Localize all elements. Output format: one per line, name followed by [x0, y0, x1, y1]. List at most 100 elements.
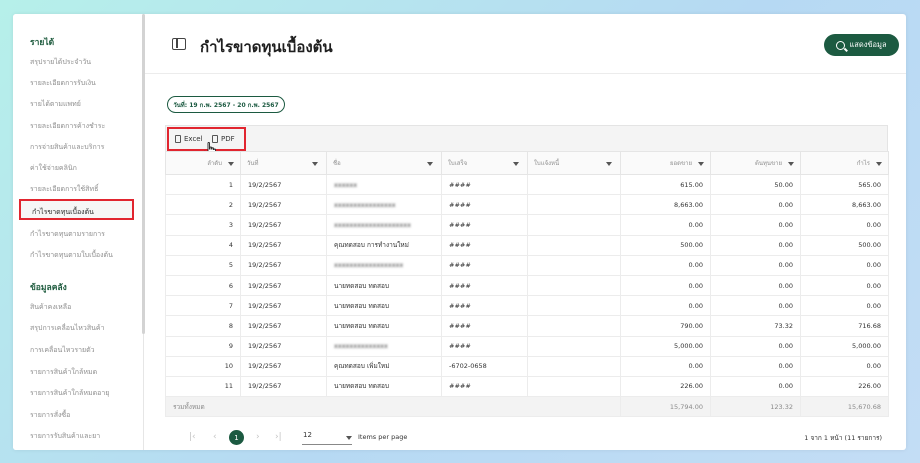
cell-name: xxxxxxxxxxxxxxxxxxxx — [326, 214, 442, 236]
summary-row: รวมทั้งหมด 15,794.00 123.32 15,670.68 — [165, 396, 889, 418]
column-header-sales[interactable]: ยอดขาย — [620, 151, 711, 175]
table-row[interactable]: 4 19/2/2567 คุณทดสอบ การทำงานใหม่ #### 500.0… — [165, 234, 889, 256]
table-row[interactable]: 5 19/2/2567 xxxxxxxxxxxxxxxxxx #### 0.00 0.00… — [165, 254, 889, 276]
current-page-button[interactable]: 1 — [229, 430, 244, 445]
cell-name: xxxxxxxxxxxxxxxx — [326, 194, 442, 216]
summary-sales: 15,794.00 — [620, 396, 711, 418]
page-header: กำไรขาดทุนเบื้องต้น แสดงข้อมูล — [145, 14, 906, 74]
sidebar-toggle-icon[interactable] — [172, 38, 186, 50]
cell-sales: 0.00 — [620, 254, 711, 276]
items-per-page-label: Items per page — [358, 433, 408, 441]
sort-icon — [876, 161, 882, 166]
cell-sales: 8,663.00 — [620, 194, 711, 216]
cell-date: 19/2/2567 — [240, 355, 327, 377]
cell-profit: 0.00 — [800, 274, 889, 297]
sidebar-item[interactable]: รายการรับสินค้าและยา — [30, 431, 100, 442]
date-range-chip[interactable]: วันที่: 19 ก.พ. 2567 - 20 ก.พ. 2567 — [167, 96, 285, 113]
cell-cost: 50.00 — [710, 173, 801, 196]
cell-invoice — [527, 335, 621, 357]
column-header-index[interactable]: ลำดับ — [165, 151, 241, 175]
sort-icon — [788, 161, 794, 166]
page-size-select[interactable]: 12 — [302, 431, 352, 445]
cell-profit: 0.00 — [800, 214, 889, 236]
cell-receipt: #### — [441, 214, 528, 236]
sort-icon — [427, 162, 433, 166]
cell-name: xxxxxx — [326, 173, 442, 196]
table-row[interactable]: 6 19/2/2567 นายทดสอบ ทดสอบ #### 0.00 0.00 0.00 — [165, 274, 889, 297]
sidebar-item[interactable]: การจ่ายสินค้าและบริการ — [30, 142, 104, 153]
sidebar-section-heading: ข้อมูลคลัง — [30, 283, 67, 293]
column-header-cost[interactable]: ต้นทุนขาย — [710, 151, 801, 175]
summary-cost: 123.32 — [710, 396, 801, 418]
sidebar-item[interactable]: รายละเอียดการใช้สิทธิ์ — [30, 184, 98, 195]
cell-sales: 226.00 — [620, 375, 711, 398]
sidebar-item[interactable]: รายละเอียดการค้างชำระ — [30, 121, 105, 132]
sidebar-item[interactable]: กำไรขาดทุนตามใบเบื้องต้น — [30, 250, 113, 261]
sidebar-item[interactable]: รายได้ตามแพทย์ — [30, 99, 81, 110]
cell-profit: 5,000.00 — [800, 335, 889, 357]
cell-cost: 0.00 — [710, 194, 801, 216]
table-row[interactable]: 8 19/2/2567 นายทดสอบ ทดสอบ #### 790.00 73.32 7… — [165, 315, 889, 337]
sidebar-item[interactable]: รายการสินค้าใกล้หมด — [30, 367, 97, 378]
sidebar-section-heading: รายได้ — [30, 38, 55, 48]
sidebar-item[interactable]: สินค้าคงเหลือ — [30, 302, 71, 313]
sort-icon — [228, 161, 234, 166]
cell-cost: 0.00 — [710, 214, 801, 236]
column-header-date[interactable]: วันที่ — [240, 151, 327, 175]
sort-icon — [312, 162, 318, 166]
sidebar-item[interactable]: รายละเอียดการรับเงิน — [30, 78, 96, 89]
sidebar-item[interactable]: รายการสินค้าใกล้หมดอายุ — [30, 388, 109, 399]
cell-cost: 0.00 — [710, 254, 801, 276]
cell-sales: 0.00 — [620, 355, 711, 377]
table-row[interactable]: 10 19/2/2567 คุณทดสอบ เพิ่มใหม่ -6702-0658 0… — [165, 355, 889, 377]
table-row[interactable]: 3 19/2/2567 xxxxxxxxxxxxxxxxxxxx #### 0.00 0.… — [165, 214, 889, 236]
show-data-button[interactable]: แสดงข้อมูล — [824, 34, 899, 56]
column-header-invoice[interactable]: ใบแจ้งหนี้ — [527, 151, 621, 175]
cell-date: 19/2/2567 — [240, 375, 327, 398]
cell-invoice — [527, 234, 621, 256]
cell-profit: 226.00 — [800, 375, 889, 398]
table-row[interactable]: 7 19/2/2567 นายทดสอบ ทดสอบ #### 0.00 0.00 0.00 — [165, 295, 889, 317]
cell-sales: 5,000.00 — [620, 335, 711, 357]
page-range-text: 1 จาก 1 หน้า (11 รายการ) — [804, 434, 882, 442]
cell-index: 11 — [165, 375, 241, 398]
column-header-name[interactable]: ชื่อ — [326, 151, 442, 175]
table-row[interactable]: 1 19/2/2567 xxxxxx #### 615.00 50.00 565.00 — [165, 173, 889, 196]
column-header-receipt[interactable]: ใบเสร็จ — [441, 151, 528, 175]
cell-invoice — [527, 355, 621, 377]
cell-name: คุณทดสอบ เพิ่มใหม่ — [326, 355, 442, 377]
first-page-icon[interactable]: |‹ — [189, 432, 196, 442]
sidebar-item[interactable]: ค่าใช้จ่ายคลินิก — [30, 163, 77, 174]
cell-index: 6 — [165, 274, 241, 297]
cell-receipt: #### — [441, 254, 528, 276]
sort-icon — [698, 161, 704, 166]
sidebar-item[interactable]: การเคลื่อนไหวรายตัว — [30, 345, 95, 356]
cell-cost: 0.00 — [710, 335, 801, 357]
prev-page-icon[interactable]: ‹ — [213, 432, 217, 442]
sidebar-item[interactable]: กำไรขาดทุนตามรายการ — [30, 229, 105, 240]
sidebar-item[interactable]: สรุปรายได้ประจำวัน — [30, 57, 91, 68]
cell-date: 19/2/2567 — [240, 254, 327, 276]
next-page-icon[interactable]: › — [256, 432, 260, 442]
pdf-label: PDF — [221, 135, 235, 143]
sidebar-item[interactable]: สรุปการเคลื่อนไหวสินค้า — [30, 323, 105, 334]
cell-receipt: #### — [441, 295, 528, 317]
cell-name: xxxxxxxxxxxxxx — [326, 335, 442, 357]
cell-index: 10 — [165, 355, 241, 377]
sidebar-item[interactable]: รายการสั่งซื้อ — [30, 410, 70, 421]
table-row[interactable]: 11 19/2/2567 นายทดสอบ ทดสอบ #### 226.00 0.00 2… — [165, 375, 889, 398]
table-row[interactable]: 2 19/2/2567 xxxxxxxxxxxxxxxx #### 8,663.00 0.… — [165, 194, 889, 216]
cell-name: นายทดสอบ ทดสอบ — [326, 295, 442, 317]
table-row[interactable]: 9 19/2/2567 xxxxxxxxxxxxxx #### 5,000.00 0.00… — [165, 335, 889, 357]
sidebar-item-active[interactable]: กำไรขาดทุนเบื้องต้น — [19, 199, 134, 220]
cell-date: 19/2/2567 — [240, 194, 327, 216]
cell-receipt: #### — [441, 173, 528, 196]
cell-cost: 0.00 — [710, 375, 801, 398]
cell-index: 4 — [165, 234, 241, 256]
last-page-icon[interactable]: ›| — [275, 432, 282, 442]
sidebar: รายได้สรุปรายได้ประจำวันรายละเอียดการรับ… — [13, 14, 144, 450]
excel-label: Excel — [184, 135, 203, 143]
excel-button[interactable]: Excel — [175, 135, 203, 143]
cell-name: นายทดสอบ ทดสอบ — [326, 375, 442, 398]
column-header-profit[interactable]: กำไร — [800, 151, 889, 175]
